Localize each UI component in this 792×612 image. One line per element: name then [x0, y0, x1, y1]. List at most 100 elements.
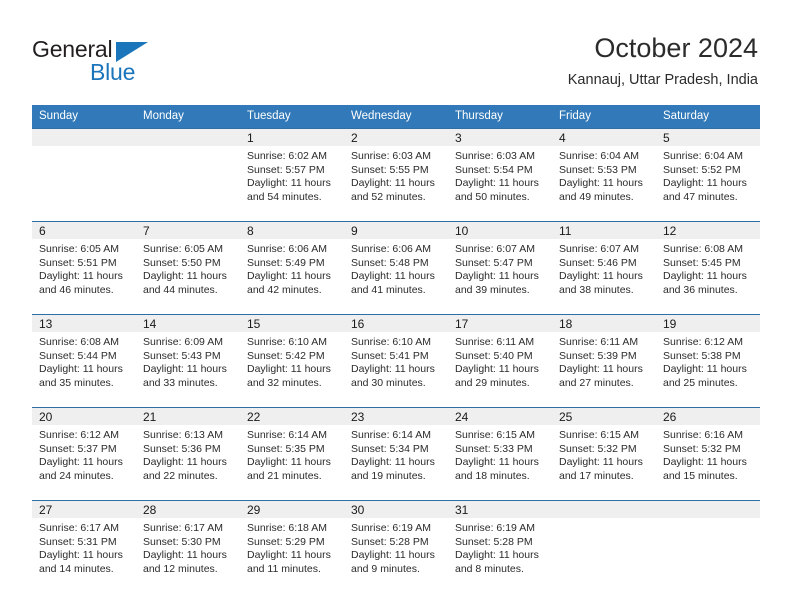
daylight-text-line2: and 17 minutes.	[559, 469, 634, 482]
sunset-text: Sunset: 5:55 PM	[351, 163, 429, 176]
daylight-text-line1: Daylight: 11 hours	[559, 177, 643, 190]
day-number: 2	[344, 129, 448, 146]
calendar-day-cell[interactable]: 26 Sunrise: 6:16 AM Sunset: 5:32 PM Dayligh…	[656, 407, 760, 501]
day-number: 18	[552, 315, 656, 332]
day-number: 15	[240, 315, 344, 332]
sunrise-text: Sunrise: 6:02 AM	[247, 150, 327, 162]
day-number: 21	[136, 408, 240, 425]
calendar-day-cell[interactable]: 12 Sunrise: 6:08 AM Sunset: 5:45 PM Dayligh…	[656, 221, 760, 315]
day-number: 10	[448, 222, 552, 239]
calendar-day-cell[interactable]: 7 Sunrise: 6:05 AM Sunset: 5:50 PM Daylight…	[136, 221, 240, 315]
calendar-day-cell[interactable]: 5 Sunrise: 6:04 AM Sunset: 5:52 PM Daylight…	[656, 128, 760, 222]
daylight-text-line1: Daylight: 11 hours	[143, 363, 227, 376]
day-sun-info	[32, 146, 136, 150]
daylight-text-line2: and 32 minutes.	[247, 376, 322, 389]
calendar-day-cell[interactable]: 30 Sunrise: 6:19 AM Sunset: 5:28 PM Dayligh…	[344, 500, 448, 593]
sunrise-text: Sunrise: 6:05 AM	[143, 243, 223, 255]
day-cell-content: 31 Sunrise: 6:19 AM Sunset: 5:28 PM Dayligh…	[448, 501, 552, 593]
sunset-text: Sunset: 5:44 PM	[39, 349, 117, 362]
sunrise-text: Sunrise: 6:06 AM	[351, 243, 431, 255]
sunrise-text: Sunrise: 6:04 AM	[559, 150, 639, 162]
calendar-week-row: 27 Sunrise: 6:17 AM Sunset: 5:31 PM Dayligh…	[32, 500, 760, 593]
calendar-day-cell[interactable]: 9 Sunrise: 6:06 AM Sunset: 5:48 PM Daylight…	[344, 221, 448, 315]
daylight-text-line1: Daylight: 11 hours	[247, 456, 331, 469]
day-sun-info: Sunrise: 6:03 AM Sunset: 5:55 PM Daylight:…	[344, 146, 448, 204]
day-sun-info: Sunrise: 6:15 AM Sunset: 5:32 PM Daylight:…	[552, 425, 656, 483]
sunrise-text: Sunrise: 6:10 AM	[351, 336, 431, 348]
sunset-text: Sunset: 5:46 PM	[559, 256, 637, 269]
sunset-text: Sunset: 5:52 PM	[663, 163, 741, 176]
calendar-week-row: 20 Sunrise: 6:12 AM Sunset: 5:37 PM Dayligh…	[32, 407, 760, 501]
daylight-text-line1: Daylight: 11 hours	[663, 177, 747, 190]
page-subtitle: Kannauj, Uttar Pradesh, India	[567, 72, 758, 88]
day-cell-content: 18 Sunrise: 6:11 AM Sunset: 5:39 PM Dayligh…	[552, 315, 656, 407]
calendar-day-cell[interactable]: 20 Sunrise: 6:12 AM Sunset: 5:37 PM Dayligh…	[32, 407, 136, 501]
calendar-day-cell[interactable]: 13 Sunrise: 6:08 AM Sunset: 5:44 PM Dayligh…	[32, 314, 136, 408]
calendar-day-cell[interactable]: 2 Sunrise: 6:03 AM Sunset: 5:55 PM Daylight…	[344, 128, 448, 222]
daylight-text-line2: and 38 minutes.	[559, 283, 634, 296]
sunrise-text: Sunrise: 6:12 AM	[663, 336, 743, 348]
generalblue-logo[interactable]: General Blue	[32, 36, 212, 86]
calendar-day-cell[interactable]: 1 Sunrise: 6:02 AM Sunset: 5:57 PM Daylight…	[240, 128, 344, 222]
sunset-text: Sunset: 5:34 PM	[351, 442, 429, 455]
calendar-day-cell[interactable]: 10 Sunrise: 6:07 AM Sunset: 5:47 PM Dayligh…	[448, 221, 552, 315]
sunset-text: Sunset: 5:45 PM	[663, 256, 741, 269]
sunrise-text: Sunrise: 6:03 AM	[351, 150, 431, 162]
weekday-header-thursday: Thursday	[448, 105, 552, 129]
weekday-header-friday: Friday	[552, 105, 656, 129]
calendar-day-cell[interactable]: 29 Sunrise: 6:18 AM Sunset: 5:29 PM Dayligh…	[240, 500, 344, 593]
sunset-text: Sunset: 5:57 PM	[247, 163, 325, 176]
sunset-text: Sunset: 5:51 PM	[39, 256, 117, 269]
daylight-text-line2: and 52 minutes.	[351, 190, 426, 203]
daylight-text-line2: and 50 minutes.	[455, 190, 530, 203]
day-number: 9	[344, 222, 448, 239]
daylight-text-line2: and 42 minutes.	[247, 283, 322, 296]
calendar-day-cell[interactable]: 11 Sunrise: 6:07 AM Sunset: 5:46 PM Dayligh…	[552, 221, 656, 315]
daylight-text-line2: and 27 minutes.	[559, 376, 634, 389]
calendar-day-cell[interactable]: 3 Sunrise: 6:03 AM Sunset: 5:54 PM Daylight…	[448, 128, 552, 222]
day-number: 25	[552, 408, 656, 425]
calendar-day-cell[interactable]: 24 Sunrise: 6:15 AM Sunset: 5:33 PM Dayligh…	[448, 407, 552, 501]
daylight-text-line1: Daylight: 11 hours	[39, 363, 123, 376]
calendar-day-cell[interactable]: 14 Sunrise: 6:09 AM Sunset: 5:43 PM Dayligh…	[136, 314, 240, 408]
day-number	[656, 501, 760, 518]
calendar-day-cell[interactable]: 18 Sunrise: 6:11 AM Sunset: 5:39 PM Dayligh…	[552, 314, 656, 408]
day-number	[32, 129, 136, 146]
daylight-text-line2: and 8 minutes.	[455, 562, 524, 575]
day-sun-info	[656, 518, 760, 522]
day-number: 1	[240, 129, 344, 146]
calendar-day-cell[interactable]: 15 Sunrise: 6:10 AM Sunset: 5:42 PM Dayligh…	[240, 314, 344, 408]
calendar-day-cell[interactable]: 23 Sunrise: 6:14 AM Sunset: 5:34 PM Dayligh…	[344, 407, 448, 501]
day-number: 27	[32, 501, 136, 518]
calendar-day-cell[interactable]: 19 Sunrise: 6:12 AM Sunset: 5:38 PM Dayligh…	[656, 314, 760, 408]
calendar-day-cell[interactable]: 16 Sunrise: 6:10 AM Sunset: 5:41 PM Dayligh…	[344, 314, 448, 408]
daylight-text-line2: and 44 minutes.	[143, 283, 218, 296]
calendar-day-cell[interactable]: 6 Sunrise: 6:05 AM Sunset: 5:51 PM Daylight…	[32, 221, 136, 315]
sunrise-text: Sunrise: 6:09 AM	[143, 336, 223, 348]
day-sun-info: Sunrise: 6:16 AM Sunset: 5:32 PM Daylight:…	[656, 425, 760, 483]
sunrise-text: Sunrise: 6:19 AM	[351, 522, 431, 534]
calendar-day-cell[interactable]: 28 Sunrise: 6:17 AM Sunset: 5:30 PM Dayligh…	[136, 500, 240, 593]
daylight-text-line2: and 35 minutes.	[39, 376, 114, 389]
daylight-text-line2: and 12 minutes.	[143, 562, 218, 575]
calendar-day-cell[interactable]: 8 Sunrise: 6:06 AM Sunset: 5:49 PM Daylight…	[240, 221, 344, 315]
day-number: 12	[656, 222, 760, 239]
sunset-text: Sunset: 5:54 PM	[455, 163, 533, 176]
day-cell-content: 21 Sunrise: 6:13 AM Sunset: 5:36 PM Dayligh…	[136, 408, 240, 500]
calendar-day-cell[interactable]: 27 Sunrise: 6:17 AM Sunset: 5:31 PM Dayligh…	[32, 500, 136, 593]
calendar-day-cell[interactable]: 21 Sunrise: 6:13 AM Sunset: 5:36 PM Dayligh…	[136, 407, 240, 501]
day-sun-info: Sunrise: 6:18 AM Sunset: 5:29 PM Daylight:…	[240, 518, 344, 576]
calendar-day-cell[interactable]: 4 Sunrise: 6:04 AM Sunset: 5:53 PM Daylight…	[552, 128, 656, 222]
daylight-text-line1: Daylight: 11 hours	[247, 363, 331, 376]
day-number: 28	[136, 501, 240, 518]
calendar-day-cell[interactable]: 31 Sunrise: 6:19 AM Sunset: 5:28 PM Dayligh…	[448, 500, 552, 593]
calendar-day-cell[interactable]: 17 Sunrise: 6:11 AM Sunset: 5:40 PM Dayligh…	[448, 314, 552, 408]
day-sun-info: Sunrise: 6:03 AM Sunset: 5:54 PM Daylight:…	[448, 146, 552, 204]
calendar-day-cell[interactable]: 22 Sunrise: 6:14 AM Sunset: 5:35 PM Dayligh…	[240, 407, 344, 501]
daylight-text-line1: Daylight: 11 hours	[455, 270, 539, 283]
calendar-day-cell[interactable]: 25 Sunrise: 6:15 AM Sunset: 5:32 PM Dayligh…	[552, 407, 656, 501]
daylight-text-line2: and 18 minutes.	[455, 469, 530, 482]
sunset-text: Sunset: 5:35 PM	[247, 442, 325, 455]
day-cell-content: 16 Sunrise: 6:10 AM Sunset: 5:41 PM Dayligh…	[344, 315, 448, 407]
calendar-header-row: Sunday Monday Tuesday Wednesday Thursday…	[32, 105, 760, 129]
